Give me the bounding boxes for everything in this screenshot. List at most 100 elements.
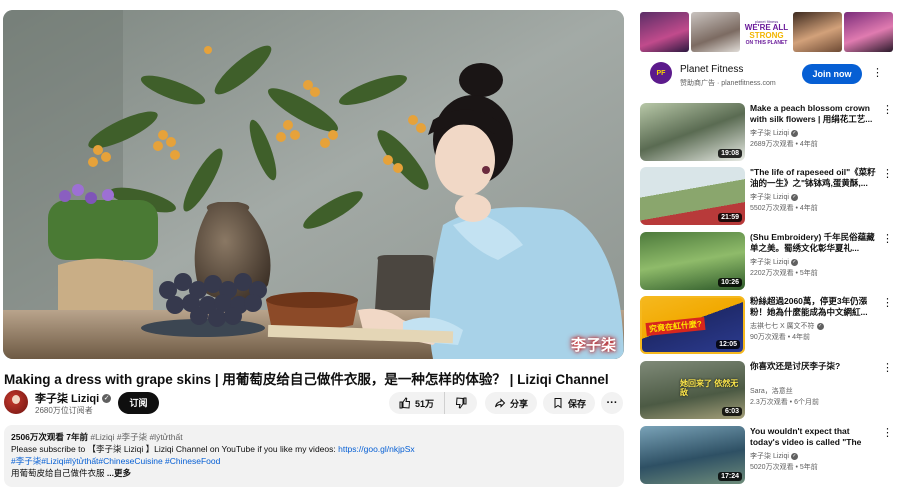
more-vert-icon[interactable]: ⋮ <box>882 232 893 245</box>
more-vert-icon[interactable]: ⋮ <box>882 296 893 309</box>
recommended-meta: 5020万次观看 • 5年前 <box>750 464 818 471</box>
more-vert-icon[interactable]: ⋮ <box>882 361 893 374</box>
save-button[interactable]: 保存 <box>543 392 595 414</box>
video-thumbnail[interactable]: 她回来了 依然无敌 6:03 <box>640 361 745 419</box>
recommended-channel[interactable]: 李子柒 Liziqi <box>750 192 789 202</box>
video-player[interactable]: 李子柒 <box>3 10 624 359</box>
recommended-video[interactable]: 19:08 Make a peach blossom crown with si… <box>640 103 898 163</box>
verified-icon: ✓ <box>790 258 798 266</box>
video-thumbnail[interactable]: 21:59 <box>640 167 745 225</box>
ad-slogan-line-2: STRONG <box>749 30 784 40</box>
ad-banner-image-2 <box>691 12 740 52</box>
share-label: 分享 <box>509 398 528 409</box>
view-count: 2506万次观看 <box>11 432 64 442</box>
subscribe-button[interactable]: 订阅 <box>118 392 159 414</box>
verified-icon: ✓ <box>102 393 112 403</box>
show-more-link[interactable]: ...更多 <box>107 468 131 478</box>
recommended-video[interactable]: 10:26 (Shu Embroidery) 千年民俗蕴藏单之美。蜀绣文化彰华夏… <box>640 232 898 292</box>
recommended-channel[interactable]: 李子柒 Liziqi <box>750 451 789 461</box>
recommended-meta: 2.3万次观看 • 6个月前 <box>750 399 819 406</box>
recommended-meta: 2689万次观看 • 4年前 <box>750 141 818 148</box>
share-button[interactable]: 分享 <box>485 392 537 414</box>
ad-menu-icon[interactable]: ⋮ <box>872 66 883 79</box>
video-thumbnail[interactable]: 10:26 <box>640 232 745 290</box>
verified-icon: ✓ <box>790 452 798 460</box>
recommended-channel[interactable]: 李子柒 Liziqi <box>750 128 789 138</box>
video-duration: 17:24 <box>718 472 742 481</box>
more-vert-icon[interactable]: ⋮ <box>882 426 893 439</box>
recommended-title[interactable]: 粉絲超過2060萬，停更3年仍漲粉！她為什麼能成為中文網紅... <box>750 296 878 318</box>
ad-banner-image-1 <box>640 12 689 52</box>
more-vert-icon[interactable]: ⋮ <box>882 103 893 116</box>
recommended-meta: 2202万次观看 • 5年前 <box>750 270 818 277</box>
recommended-video[interactable]: 究竟在紅什麼? 12:05 粉絲超過2060萬，停更3年仍漲粉！她為什麼能成為中… <box>640 296 898 356</box>
video-thumbnail[interactable]: 17:24 <box>640 426 745 484</box>
like-button[interactable]: 51万 <box>389 392 445 414</box>
save-label: 保存 <box>567 398 586 409</box>
recommended-video[interactable]: 17:24 You wouldn't expect that today's v… <box>640 426 898 486</box>
recommended-channel-row[interactable]: 李子柒 Liziqi ✓ <box>750 128 798 138</box>
bookmark-icon <box>554 398 562 409</box>
channel-name[interactable]: 李子柒 Liziqi <box>35 390 99 406</box>
recommended-channel[interactable]: 志褀七七 X 厲文不符 <box>750 321 815 331</box>
description-line-1: Please subscribe to 【李子柒 Liziqi 】Liziqi … <box>11 443 617 455</box>
verified-icon: ✓ <box>816 322 824 330</box>
thumbnail-caption: 她回来了 依然无敌 <box>680 379 739 397</box>
description-hashtags[interactable]: #李子柒#Liziqi#lýtửthất#ChineseCuisine #Chi… <box>11 455 617 467</box>
channel-avatar[interactable] <box>4 390 28 414</box>
recommended-video[interactable]: 她回来了 依然无敌 6:03 你喜欢还是讨厌李子柒? Sara，洛意丝 2.3万… <box>640 361 898 421</box>
join-now-button[interactable]: Join now <box>802 64 862 84</box>
video-duration: 19:08 <box>718 149 742 158</box>
ad-banner-slogan: planet fitness WE'RE ALL STRONG ON THIS … <box>742 12 791 52</box>
description-text: Please subscribe to 【李子柒 Liziqi 】Liziqi … <box>11 444 339 454</box>
recommended-meta: 90万次观看 • 4年前 <box>750 334 811 341</box>
channel-name-row[interactable]: 李子柒 Liziqi ✓ <box>35 390 112 406</box>
recommended-title[interactable]: You wouldn't expect that today's video i… <box>750 426 878 448</box>
more-vert-icon[interactable]: ⋮ <box>882 167 893 180</box>
verified-icon: ✓ <box>790 193 798 201</box>
recommended-channel[interactable]: 李子柒 Liziqi <box>750 257 789 267</box>
ad-banner-image-4 <box>844 12 893 52</box>
like-dislike-group: 51万 <box>389 392 477 414</box>
recommended-channel-row[interactable]: 李子柒 Liziqi ✓ <box>750 257 798 267</box>
recommended-channel-row[interactable]: 李子柒 Liziqi ✓ <box>750 192 798 202</box>
description-box[interactable]: 2506万次观看 7年前 #Liziqi #李子柒 #lýtửthất Plea… <box>4 425 624 487</box>
video-thumbnail[interactable]: 究竟在紅什麼? 12:05 <box>640 296 745 354</box>
share-icon <box>494 398 506 408</box>
video-title: Making a dress with grape skins | 用葡萄皮给自… <box>4 372 609 387</box>
recommended-title[interactable]: (Shu Embroidery) 千年民俗蕴藏单之美。蜀绣文化彰华夏礼... <box>750 232 878 254</box>
advertiser-logo[interactable]: PF <box>650 62 672 84</box>
recommended-title[interactable]: Make a peach blossom crown with silk flo… <box>750 103 878 125</box>
subscribe-link[interactable]: https://goo.gl/nkjpSx <box>338 444 415 454</box>
thumbs-down-icon <box>455 397 467 409</box>
ad-banner[interactable]: planet fitness WE'RE ALL STRONG ON THIS … <box>640 12 893 52</box>
recommended-video[interactable]: 21:59 "The life of rapeseed oil"《菜籽油的一生》… <box>640 167 898 227</box>
thumbnail-caption: 究竟在紅什麼? <box>645 316 706 337</box>
like-count: 51万 <box>415 398 435 409</box>
recommended-channel-row[interactable]: 李子柒 Liziqi ✓ <box>750 451 798 461</box>
description-meta: 2506万次观看 7年前 #Liziqi #李子柒 #lýtửthất <box>11 431 617 443</box>
advertiser-name[interactable]: Planet Fitness <box>680 64 743 75</box>
video-frame-image <box>3 10 624 359</box>
thumbs-up-icon <box>399 397 411 409</box>
recommended-meta: 5502万次观看 • 4年前 <box>750 205 818 212</box>
video-thumbnail[interactable]: 19:08 <box>640 103 745 161</box>
recommended-title[interactable]: 你喜欢还是讨厌李子柒? <box>750 361 878 372</box>
ad-slogan-line-3: ON THIS PLANET <box>745 39 788 46</box>
video-duration: 12:05 <box>716 340 740 349</box>
upload-age: 7年前 <box>66 432 89 442</box>
more-actions-button[interactable]: ··· <box>601 392 623 414</box>
video-duration: 21:59 <box>718 213 742 222</box>
sponsored-label: 赞助商广告 · planetfitness.com <box>680 80 776 87</box>
dislike-button[interactable] <box>445 392 477 414</box>
ad-banner-image-3 <box>793 12 842 52</box>
recommended-channel-row[interactable]: 志褀七七 X 厲文不符 ✓ <box>750 321 824 331</box>
recommended-channel-row[interactable]: Sara，洛意丝 <box>750 386 793 396</box>
recommended-channel[interactable]: Sara，洛意丝 <box>750 386 793 396</box>
video-duration: 6:03 <box>721 407 742 416</box>
recommended-title[interactable]: "The life of rapeseed oil"《菜籽油的一生》之"钵钵鸡,… <box>750 167 878 189</box>
verified-icon: ✓ <box>790 129 798 137</box>
description-line-3: 用葡萄皮给自己做件衣服 ...更多 <box>11 467 617 479</box>
subscriber-count: 2680万位订阅者 <box>35 406 93 415</box>
top-hashtags[interactable]: #Liziqi #李子柒 #lýtửthất <box>90 432 182 442</box>
